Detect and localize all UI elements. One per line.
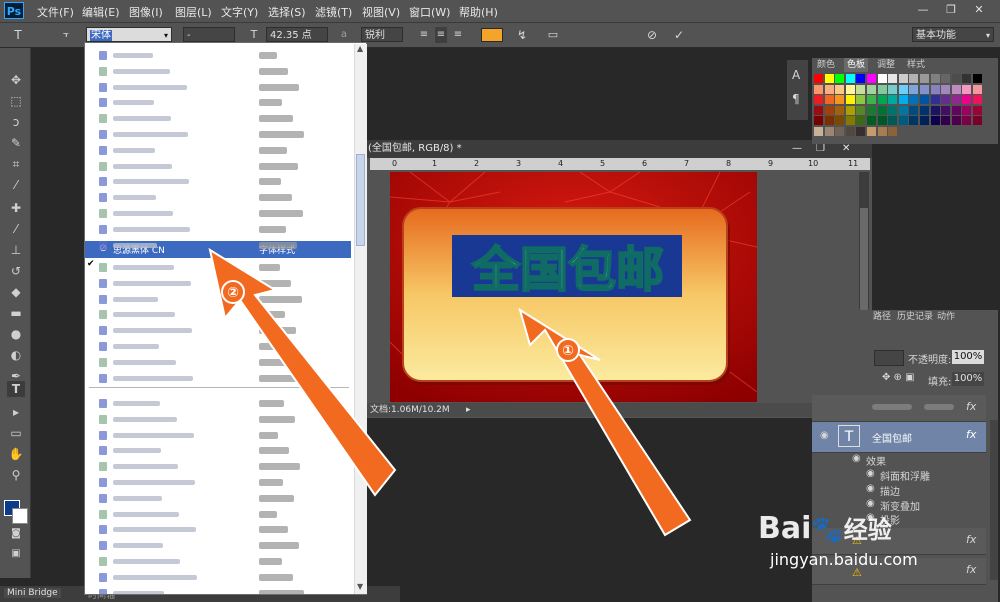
step-marker-2: ② (221, 280, 245, 304)
watermark-brand-2: 经验 (843, 516, 892, 544)
paw-icon: 🐾 (811, 515, 844, 545)
step-marker-1: ① (556, 338, 580, 362)
arrow-1 (518, 307, 692, 537)
baidu-watermark-logo: Bai🐾经验 (758, 510, 948, 546)
watermark-url: jingyan.baidu.com (770, 550, 918, 569)
watermark-brand: Bai (758, 511, 812, 546)
